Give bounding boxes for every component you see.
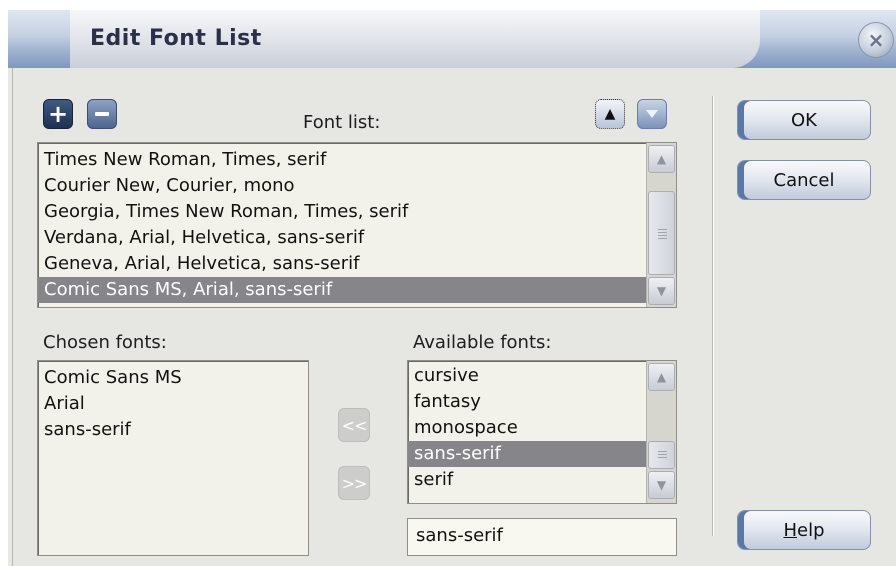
chosen-fonts-items: Comic Sans MS Arial sans-serif [38,361,308,443]
scroll-thumb[interactable] [648,191,675,275]
scroll-up-arrow[interactable]: ▲ [648,145,675,173]
available-font-item[interactable]: serif [408,467,648,493]
scroll-thumb[interactable] [648,441,675,469]
move-up-button[interactable]: ▲ [595,99,625,129]
chosen-font-item[interactable]: Arial [38,391,308,417]
font-list-item[interactable]: Verdana, Arial, Helvetica, sans-serif [38,225,648,251]
chevron-down-icon: ▼ [656,284,667,298]
available-font-item[interactable]: monospace [408,415,648,441]
available-fonts-scrollbar[interactable]: ▲ ▼ [646,361,676,503]
help-mnemonic: H [783,519,798,541]
scroll-up-arrow[interactable]: ▲ [648,363,675,391]
chevron-up-icon: ▲ [656,370,667,384]
close-button[interactable]: × [858,22,894,58]
chevron-down-icon: ▼ [656,478,667,492]
chosen-fonts-label: Chosen fonts: [43,332,167,353]
plus-icon: + [47,100,69,128]
font-list-item[interactable]: Courier New, Courier, mono [38,173,648,199]
move-down-button[interactable] [637,99,667,129]
font-list-item[interactable]: Comic Sans MS, Arial, sans-serif [38,277,648,303]
chosen-font-item[interactable]: Comic Sans MS [38,365,308,391]
available-fonts-items: cursive fantasy monospace sans-serif serif [408,361,648,493]
edit-font-list-dialog: Edit Font List × + Font list: ▲ Times Ne… [8,10,896,566]
divider [712,96,714,536]
font-list-item[interactable]: Times New Roman, Times, serif [38,147,648,173]
available-fonts-list[interactable]: cursive fantasy monospace sans-serif serif ▲… [407,360,677,504]
dialog-title: Edit Font List [90,26,262,51]
font-list-item[interactable]: Georgia, Times New Roman, Times, serif [38,199,648,225]
scroll-down-arrow[interactable]: ▼ [648,471,675,499]
chosen-fonts-list[interactable]: Comic Sans MS Arial sans-serif [37,360,309,556]
available-fonts-label: Available fonts: [413,332,552,353]
font-list-item[interactable]: Geneva, Arial, Helvetica, sans-serif [38,251,648,277]
font-name-input[interactable]: sans-serif [407,518,677,556]
available-font-item[interactable]: cursive [408,363,648,389]
remove-from-chosen-button[interactable]: >> [338,466,370,500]
add-to-chosen-button[interactable]: << [338,408,370,442]
available-font-item[interactable]: fantasy [408,389,648,415]
close-icon: × [867,28,885,52]
chevron-up-icon: ▲ [656,152,667,166]
minus-icon [95,112,109,116]
dialog-body: + Font list: ▲ Times New Roman, Times, s… [12,68,896,566]
chosen-font-item[interactable]: sans-serif [38,417,308,443]
font-list-scrollbar[interactable]: ▲ ▼ [646,143,676,307]
triangle-down-icon [646,110,658,118]
add-font-button[interactable]: + [43,99,73,129]
title-bar[interactable]: Edit Font List × [8,10,896,68]
help-label: elp [797,519,825,541]
ok-button[interactable]: OK [737,100,871,140]
font-list-label: Font list: [303,112,381,133]
remove-font-button[interactable] [87,99,117,129]
font-list-items: Times New Roman, Times, serif Courier New… [38,143,648,303]
help-button[interactable]: Help [737,510,871,550]
available-font-item[interactable]: sans-serif [408,441,648,467]
triangle-up-icon: ▲ [604,106,616,122]
font-list[interactable]: Times New Roman, Times, serif Courier New… [37,142,677,308]
scroll-down-arrow[interactable]: ▼ [648,277,675,305]
cancel-button[interactable]: Cancel [737,160,871,200]
